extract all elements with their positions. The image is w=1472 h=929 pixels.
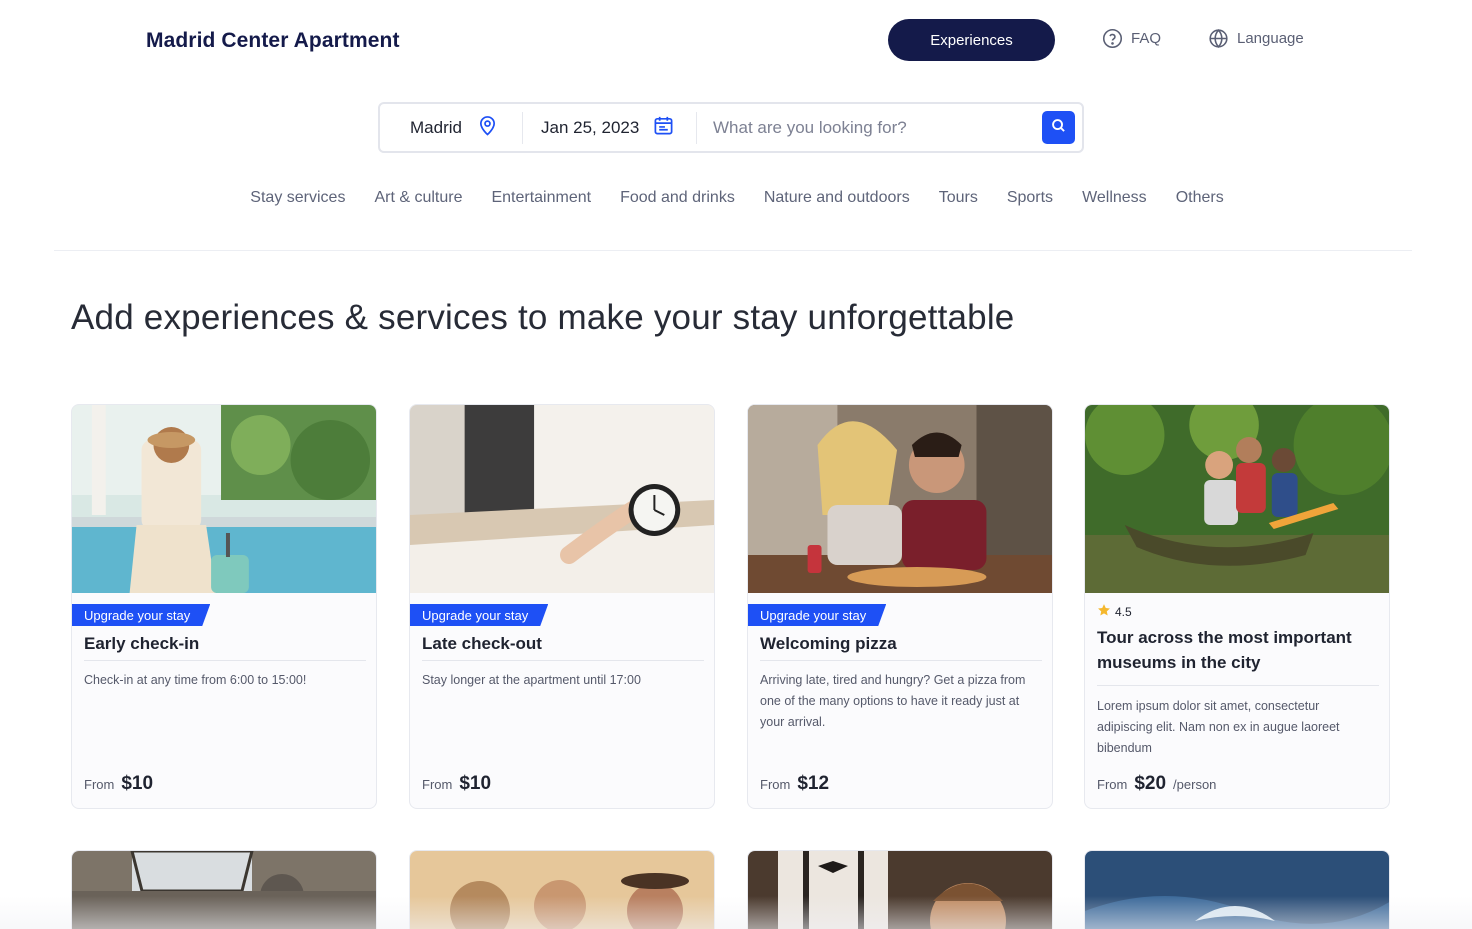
date-value: Jan 25, 2023 bbox=[541, 117, 640, 137]
search-bar: Madrid Jan 25, 2023 bbox=[378, 102, 1084, 153]
upgrade-tag: Upgrade your stay bbox=[409, 604, 548, 626]
experience-card-partial[interactable] bbox=[71, 850, 377, 929]
search-icon bbox=[1051, 118, 1066, 138]
card-description: Lorem ipsum dolor sit amet, consectetur … bbox=[1097, 699, 1340, 755]
category-sports[interactable]: Sports bbox=[1007, 189, 1053, 207]
category-food-drinks[interactable]: Food and drinks bbox=[620, 189, 735, 207]
category-nav: Stay services Art & culture Entertainmen… bbox=[0, 189, 1472, 207]
rating-value: 4.5 bbox=[1115, 604, 1132, 619]
language-link[interactable]: Language bbox=[1208, 28, 1304, 49]
price-from-label: From bbox=[1097, 777, 1128, 792]
card-title: Late check-out bbox=[422, 634, 542, 653]
price-value: $12 bbox=[797, 773, 830, 794]
price-unit: /person bbox=[1173, 777, 1217, 792]
category-others[interactable]: Others bbox=[1176, 189, 1224, 207]
price-from-label: From bbox=[422, 777, 453, 792]
experience-card[interactable]: 4.5 Tour across the most important museu… bbox=[1084, 404, 1390, 809]
divider bbox=[54, 250, 1412, 251]
experiences-button[interactable]: Experiences bbox=[888, 19, 1055, 61]
category-tours[interactable]: Tours bbox=[939, 189, 978, 207]
search-button[interactable] bbox=[1042, 111, 1075, 144]
card-price: From $10 bbox=[422, 773, 491, 795]
experience-card[interactable]: Upgrade your stay Late check-out Stay lo… bbox=[409, 404, 715, 809]
card-description: Stay longer at the apartment until 17:00 bbox=[422, 673, 641, 687]
card-image-woman-pool bbox=[72, 405, 376, 593]
card-divider bbox=[84, 660, 366, 661]
price-from-label: From bbox=[760, 777, 791, 792]
upgrade-tag: Upgrade your stay bbox=[71, 604, 210, 626]
card-divider bbox=[760, 660, 1042, 661]
experience-card-partial[interactable] bbox=[409, 850, 715, 929]
experience-card-partial[interactable] bbox=[1084, 850, 1390, 929]
language-label: Language bbox=[1237, 30, 1304, 47]
price-value: $10 bbox=[459, 773, 492, 794]
page-title: Add experiences & services to make your … bbox=[71, 298, 1015, 337]
price-from-label: From bbox=[84, 777, 115, 792]
globe-icon bbox=[1208, 28, 1229, 49]
category-nature-outdoors[interactable]: Nature and outdoors bbox=[764, 189, 910, 207]
card-divider bbox=[1097, 685, 1379, 686]
category-art-culture[interactable]: Art & culture bbox=[374, 189, 462, 207]
category-entertainment[interactable]: Entertainment bbox=[491, 189, 591, 207]
faq-link[interactable]: FAQ bbox=[1102, 28, 1161, 49]
card-image-canoe bbox=[1085, 405, 1389, 593]
card-image-couple-pizza bbox=[748, 405, 1052, 593]
card-image-alarm-clock bbox=[410, 405, 714, 593]
experience-card-partial[interactable] bbox=[747, 850, 1053, 929]
experience-card[interactable]: Upgrade your stay Early check-in Check-i… bbox=[71, 404, 377, 809]
city-selector[interactable]: Madrid bbox=[380, 111, 523, 144]
price-value: $20 bbox=[1134, 773, 1167, 794]
top-bar: Madrid Center Apartment Experiences FAQ … bbox=[0, 0, 1472, 90]
category-wellness[interactable]: Wellness bbox=[1082, 189, 1147, 207]
card-title: Welcoming pizza bbox=[760, 634, 897, 653]
card-price: From $12 bbox=[760, 773, 829, 795]
faq-label: FAQ bbox=[1131, 30, 1162, 47]
calendar-icon bbox=[653, 115, 674, 141]
card-description: Arriving late, tired and hungry? Get a p… bbox=[760, 673, 1026, 729]
city-value: Madrid bbox=[410, 117, 462, 137]
card-price: From $20 /person bbox=[1097, 773, 1216, 795]
date-selector[interactable]: Jan 25, 2023 bbox=[523, 111, 697, 144]
card-title: Early check-in bbox=[84, 634, 200, 653]
price-value: $10 bbox=[121, 773, 154, 794]
category-stay-services[interactable]: Stay services bbox=[250, 189, 345, 207]
experience-card[interactable]: Upgrade your stay Welcoming pizza Arrivi… bbox=[747, 404, 1053, 809]
card-image-friends bbox=[410, 851, 714, 929]
star-icon bbox=[1097, 603, 1111, 620]
card-image-water bbox=[1085, 851, 1389, 929]
help-circle-icon bbox=[1102, 28, 1123, 49]
upgrade-tag: Upgrade your stay bbox=[747, 604, 886, 626]
card-description: Check-in at any time from 6:00 to 15:00! bbox=[84, 673, 307, 687]
card-price: From $10 bbox=[84, 773, 153, 795]
card-rating: 4.5 bbox=[1097, 603, 1132, 620]
card-title: Tour across the most important museums i… bbox=[1097, 628, 1352, 672]
brand-name[interactable]: Madrid Center Apartment bbox=[146, 29, 400, 53]
card-image-barber bbox=[748, 851, 1052, 929]
card-divider bbox=[422, 660, 704, 661]
card-image-ornate-ceiling bbox=[72, 851, 376, 929]
search-input[interactable] bbox=[697, 111, 1042, 144]
location-pin-icon bbox=[478, 115, 497, 141]
